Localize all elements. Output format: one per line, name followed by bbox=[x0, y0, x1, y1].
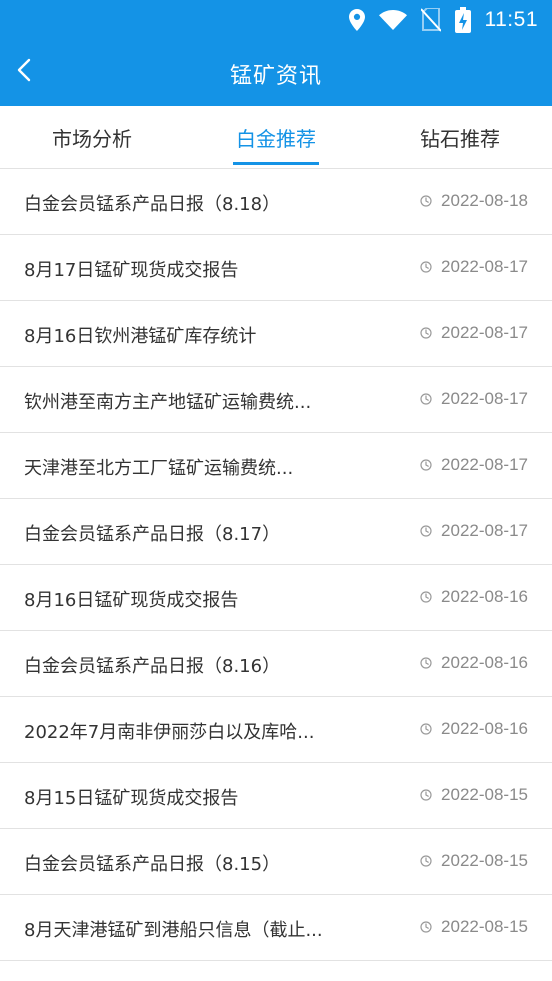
news-title: 白金会员锰系产品日报（8.17） bbox=[24, 524, 281, 545]
news-title: 8月17日锰矿现货成交报告 bbox=[24, 260, 239, 281]
news-list-item[interactable]: 白金会员锰系产品日报（8.18） 2022-08-18 bbox=[0, 169, 552, 235]
news-date: 2022-08-16 bbox=[441, 653, 528, 672]
app-header: 11:51 锰矿资讯 bbox=[0, 0, 552, 106]
news-date: 2022-08-15 bbox=[441, 917, 528, 936]
news-meta: 2022-08-16 bbox=[420, 587, 528, 607]
news-date: 2022-08-17 bbox=[441, 257, 528, 276]
clock-icon bbox=[420, 723, 432, 735]
news-title: 白金会员锰系产品日报（8.15） bbox=[24, 854, 281, 875]
news-meta: 2022-08-16 bbox=[420, 719, 528, 739]
news-list-item[interactable]: 8月16日锰矿现货成交报告 2022-08-16 bbox=[0, 565, 552, 631]
news-meta: 2022-08-15 bbox=[420, 851, 528, 871]
status-bar: 11:51 bbox=[0, 0, 552, 40]
tab-bar: 市场分析 白金推荐 钻石推荐 bbox=[0, 106, 552, 169]
page-title: 锰矿资讯 bbox=[229, 64, 322, 89]
clock-icon bbox=[420, 591, 432, 603]
news-title: 钦州港至南方主产地锰矿运输费统... bbox=[24, 392, 312, 413]
news-list-item[interactable]: 钦州港至南方主产地锰矿运输费统... 2022-08-17 bbox=[0, 367, 552, 433]
news-title: 白金会员锰系产品日报（8.16） bbox=[24, 656, 281, 677]
tab-market-analysis[interactable]: 市场分析 bbox=[0, 106, 184, 169]
news-list-item[interactable]: 天津港至北方工厂锰矿运输费统... 2022-08-17 bbox=[0, 433, 552, 499]
news-list-item[interactable]: 8月天津港锰矿到港船只信息（截止... 2022-08-15 bbox=[0, 895, 552, 961]
news-date: 2022-08-15 bbox=[441, 785, 528, 804]
app-screen: 11:51 锰矿资讯 市场分析 白金推荐 钻石推荐 白金会员锰系产品日报（8.1… bbox=[0, 0, 552, 981]
tab-platinum-recommend[interactable]: 白金推荐 bbox=[184, 106, 368, 169]
news-meta: 2022-08-18 bbox=[420, 191, 528, 211]
news-meta: 2022-08-15 bbox=[420, 917, 528, 937]
news-list-item[interactable]: 8月15日锰矿现货成交报告 2022-08-15 bbox=[0, 763, 552, 829]
news-title: 8月15日锰矿现货成交报告 bbox=[24, 788, 239, 809]
news-date: 2022-08-17 bbox=[441, 323, 528, 342]
news-meta: 2022-08-17 bbox=[420, 389, 528, 409]
no-sim-icon bbox=[420, 8, 441, 32]
news-list-item[interactable]: 2022年7月南非伊丽莎白以及库哈... 2022-08-16 bbox=[0, 697, 552, 763]
news-title: 2022年7月南非伊丽莎白以及库哈... bbox=[24, 722, 315, 743]
news-list-item[interactable]: 8月17日锰矿现货成交报告 2022-08-17 bbox=[0, 235, 552, 301]
news-meta: 2022-08-17 bbox=[420, 257, 528, 277]
clock-icon bbox=[420, 261, 432, 273]
news-title: 8月16日钦州港锰矿库存统计 bbox=[24, 326, 257, 347]
news-meta: 2022-08-15 bbox=[420, 785, 528, 805]
news-title: 8月16日锰矿现货成交报告 bbox=[24, 590, 239, 611]
news-list: 白金会员锰系产品日报（8.18） 2022-08-18 8月17日锰矿现货成交报告 2… bbox=[0, 169, 552, 961]
news-meta: 2022-08-17 bbox=[420, 455, 528, 475]
news-list-item[interactable]: 白金会员锰系产品日报（8.15） 2022-08-15 bbox=[0, 829, 552, 895]
news-date: 2022-08-16 bbox=[441, 719, 528, 738]
news-title: 天津港至北方工厂锰矿运输费统... bbox=[24, 458, 294, 479]
news-meta: 2022-08-16 bbox=[420, 653, 528, 673]
news-date: 2022-08-17 bbox=[441, 389, 528, 408]
news-title: 白金会员锰系产品日报（8.18） bbox=[24, 194, 281, 215]
status-icons: 11:51 bbox=[348, 6, 539, 34]
news-date: 2022-08-15 bbox=[441, 851, 528, 870]
wifi-icon bbox=[378, 10, 407, 30]
clock-icon bbox=[420, 525, 432, 537]
status-time: 11:51 bbox=[484, 8, 538, 31]
news-date: 2022-08-17 bbox=[441, 521, 528, 540]
clock-icon bbox=[420, 657, 432, 669]
clock-icon bbox=[420, 327, 432, 339]
tab-diamond-recommend[interactable]: 钻石推荐 bbox=[368, 106, 552, 169]
clock-icon bbox=[420, 393, 432, 405]
clock-icon bbox=[420, 855, 432, 867]
news-date: 2022-08-18 bbox=[441, 191, 528, 210]
news-list-item[interactable]: 8月16日钦州港锰矿库存统计 2022-08-17 bbox=[0, 301, 552, 367]
title-bar: 锰矿资讯 bbox=[0, 40, 552, 106]
location-icon bbox=[348, 9, 365, 31]
clock-icon bbox=[420, 789, 432, 801]
news-meta: 2022-08-17 bbox=[420, 323, 528, 343]
clock-icon bbox=[420, 459, 432, 471]
news-list-item[interactable]: 白金会员锰系产品日报（8.16） 2022-08-16 bbox=[0, 631, 552, 697]
active-tab-indicator bbox=[233, 162, 319, 165]
news-date: 2022-08-16 bbox=[441, 587, 528, 606]
news-date: 2022-08-17 bbox=[441, 455, 528, 474]
clock-icon bbox=[420, 921, 432, 933]
clock-icon bbox=[420, 195, 432, 207]
battery-charging-icon bbox=[454, 7, 471, 33]
news-list-item[interactable]: 白金会员锰系产品日报（8.17） 2022-08-17 bbox=[0, 499, 552, 565]
news-meta: 2022-08-17 bbox=[420, 521, 528, 541]
news-title: 8月天津港锰矿到港船只信息（截止... bbox=[24, 920, 323, 941]
